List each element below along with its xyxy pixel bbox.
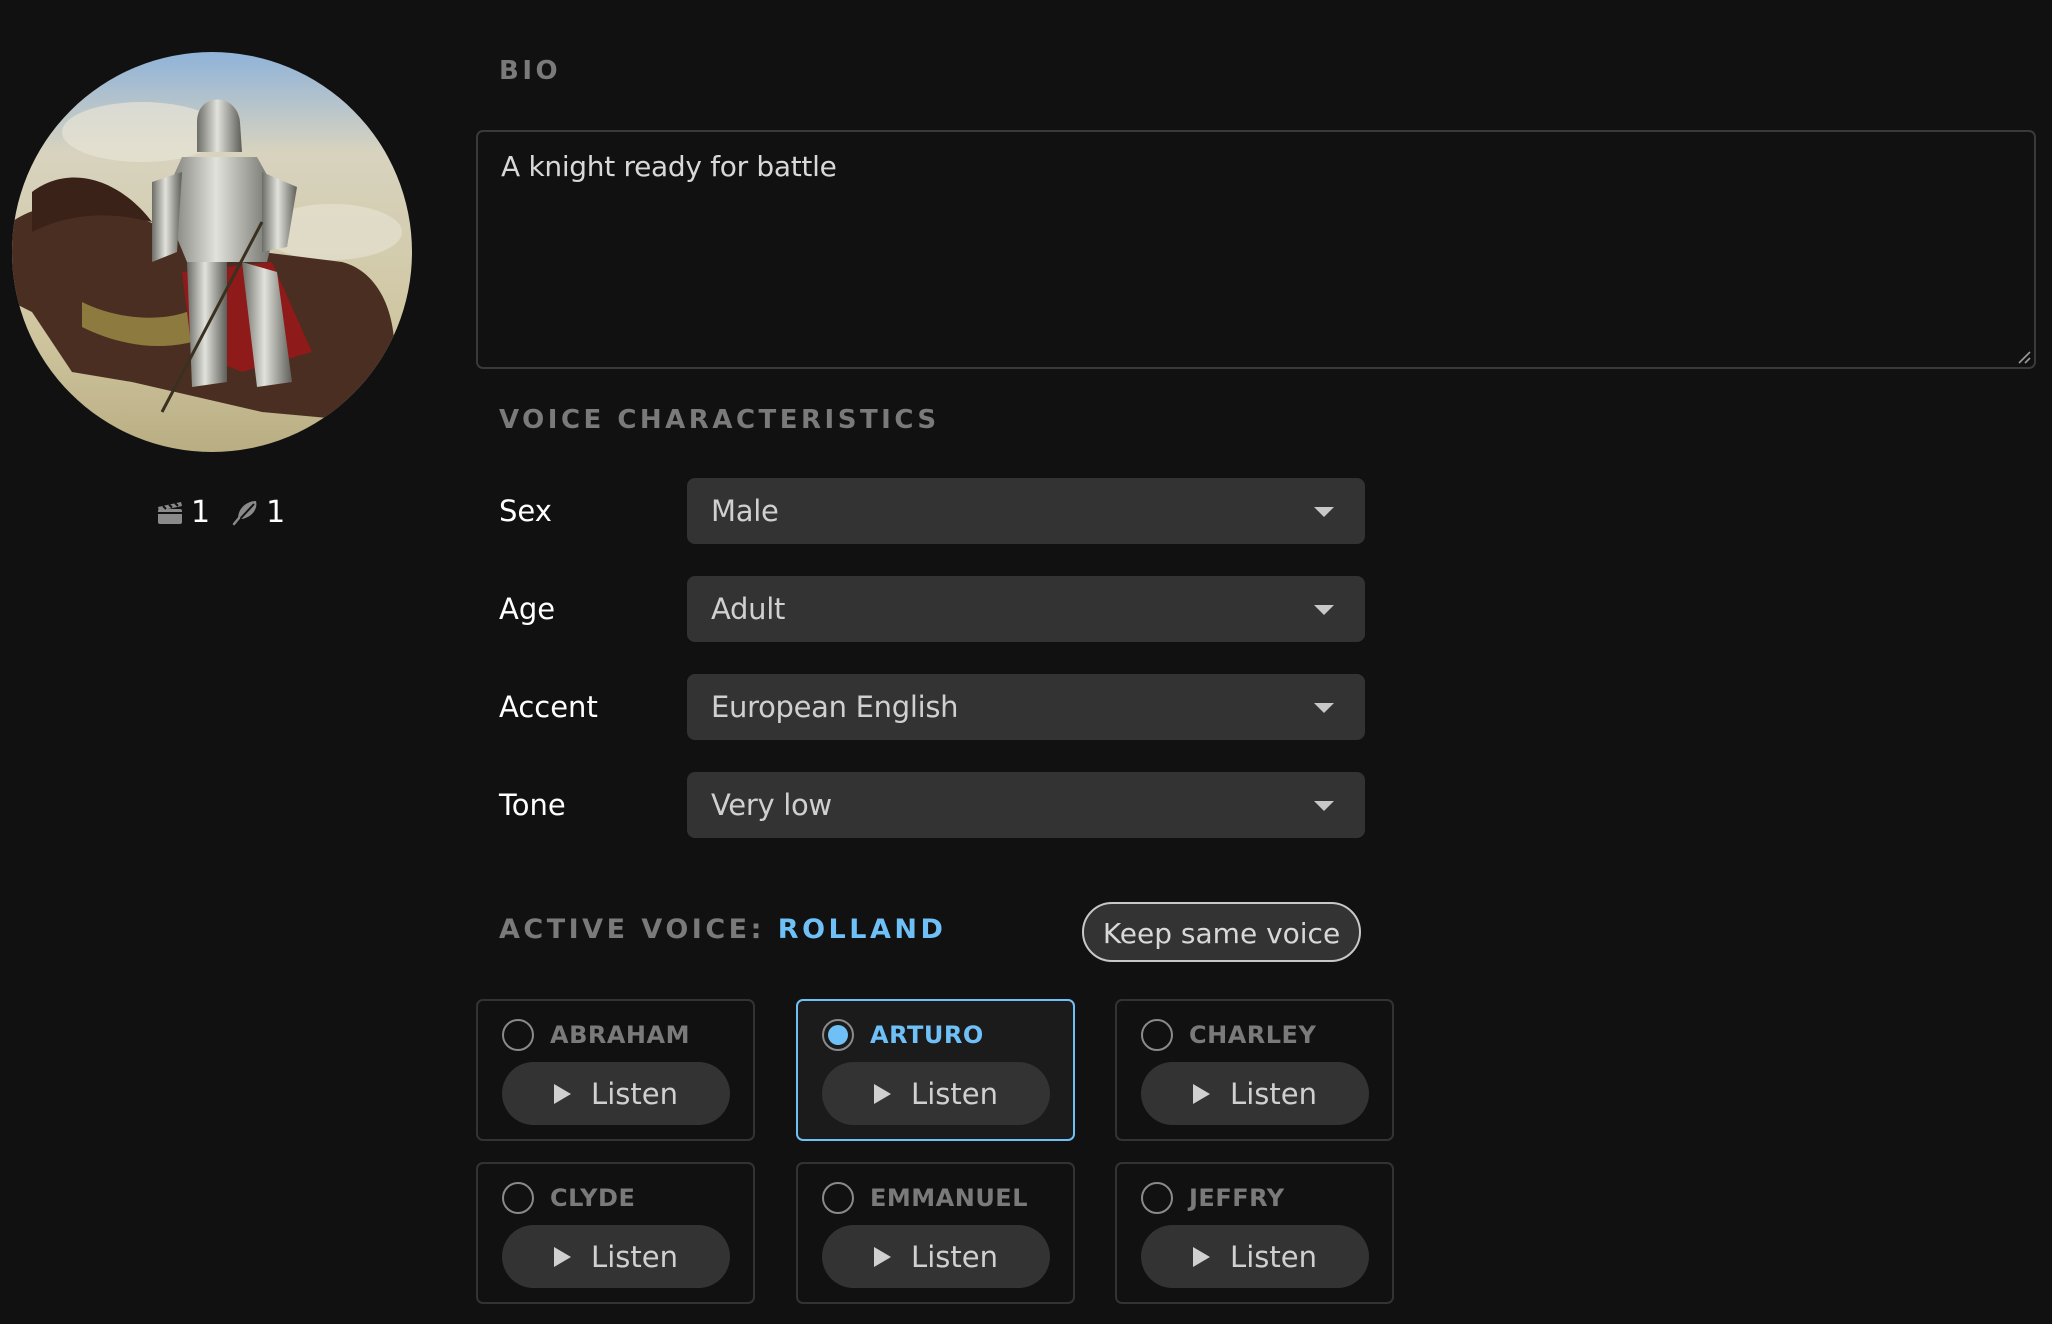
active-voice-heading: ACTIVE VOICE: ROLLAND — [499, 914, 946, 945]
listen-button[interactable]: Listen — [502, 1062, 730, 1125]
voice-card-abraham[interactable]: ABRAHAM Listen — [476, 999, 755, 1141]
voice-card-jeffry[interactable]: JEFFRY Listen — [1115, 1162, 1394, 1304]
play-icon — [874, 1246, 892, 1267]
voice-name: ARTURO — [870, 1021, 984, 1049]
chevron-down-icon — [1314, 801, 1334, 811]
age-select[interactable]: Adult — [687, 576, 1365, 642]
voice-radio[interactable] — [502, 1019, 534, 1051]
listen-button[interactable]: Listen — [502, 1225, 730, 1288]
sex-label: Sex — [499, 494, 552, 528]
tone-select[interactable]: Very low — [687, 772, 1365, 838]
sex-select[interactable]: Male — [687, 478, 1365, 544]
voice-radio[interactable] — [502, 1182, 534, 1214]
play-icon — [1193, 1246, 1211, 1267]
keep-same-voice-button[interactable]: Keep same voice — [1082, 902, 1361, 962]
play-icon — [554, 1246, 572, 1267]
voice-card-arturo[interactable]: ARTURO Listen — [796, 999, 1075, 1141]
listen-button[interactable]: Listen — [1141, 1062, 1369, 1125]
active-voice-prefix: ACTIVE VOICE: — [499, 914, 778, 945]
voice-radio[interactable] — [1141, 1019, 1173, 1051]
knight-portrait-image — [12, 52, 412, 452]
listen-button[interactable]: Listen — [1141, 1225, 1369, 1288]
voice-characteristics-label: VOICE CHARACTERISTICS — [499, 405, 940, 435]
listen-label: Listen — [1230, 1239, 1317, 1274]
voice-name: CLYDE — [550, 1184, 636, 1212]
bio-textarea[interactable]: A knight ready for battle — [476, 130, 2036, 369]
scene-count: 1 — [191, 494, 211, 530]
listen-button[interactable]: Listen — [822, 1062, 1050, 1125]
play-icon — [874, 1083, 892, 1104]
line-count: 1 — [266, 494, 286, 530]
listen-label: Listen — [911, 1239, 998, 1274]
chevron-down-icon — [1314, 507, 1334, 517]
tone-select-value: Very low — [711, 788, 832, 822]
voice-name: JEFFRY — [1189, 1184, 1285, 1212]
clapperboard-icon — [155, 497, 185, 527]
active-voice-name: ROLLAND — [777, 914, 947, 945]
voice-radio[interactable] — [822, 1019, 854, 1051]
feather-icon — [230, 497, 260, 527]
listen-label: Listen — [911, 1076, 998, 1111]
accent-select[interactable]: European English — [687, 674, 1365, 740]
accent-select-value: European English — [711, 690, 959, 724]
voice-name: EMMANUEL — [870, 1184, 1028, 1212]
voice-card-emmanuel[interactable]: EMMANUEL Listen — [796, 1162, 1075, 1304]
resize-handle-icon[interactable] — [2017, 350, 2031, 364]
tone-label: Tone — [499, 788, 566, 822]
listen-label: Listen — [591, 1076, 678, 1111]
play-icon — [1193, 1083, 1211, 1104]
character-avatar — [12, 52, 412, 452]
voice-name: CHARLEY — [1189, 1021, 1317, 1049]
bio-label: BIO — [499, 56, 562, 86]
play-icon — [554, 1083, 572, 1104]
listen-button[interactable]: Listen — [822, 1225, 1050, 1288]
bio-text[interactable]: A knight ready for battle — [501, 150, 837, 183]
voice-radio[interactable] — [1141, 1182, 1173, 1214]
age-label: Age — [499, 592, 556, 626]
voice-radio[interactable] — [822, 1182, 854, 1214]
listen-label: Listen — [1230, 1076, 1317, 1111]
chevron-down-icon — [1314, 605, 1334, 615]
accent-label: Accent — [499, 690, 598, 724]
voice-card-charley[interactable]: CHARLEY Listen — [1115, 999, 1394, 1141]
chevron-down-icon — [1314, 703, 1334, 713]
sex-select-value: Male — [711, 494, 779, 528]
voice-card-clyde[interactable]: CLYDE Listen — [476, 1162, 755, 1304]
voice-name: ABRAHAM — [550, 1021, 690, 1049]
age-select-value: Adult — [711, 592, 786, 626]
listen-label: Listen — [591, 1239, 678, 1274]
character-stats: 1 1 — [155, 490, 299, 534]
